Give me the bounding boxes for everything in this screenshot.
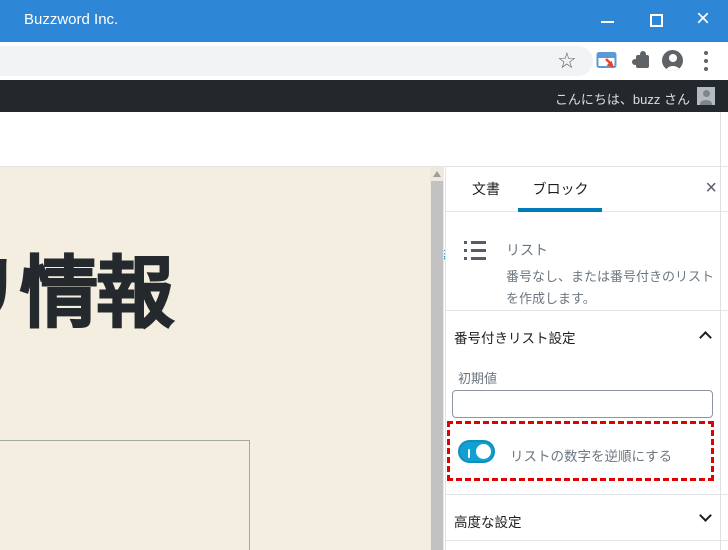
browser-menu-icon[interactable] — [704, 49, 708, 73]
editor-canvas[interactable]: リ情報 — [0, 167, 430, 550]
list-block-icon — [464, 241, 486, 265]
wp-admin-bar: こんにちは、buzz さん — [0, 80, 728, 112]
browser-toolbar: ☆ — [0, 42, 728, 80]
window-titlebar: Buzzword Inc. × — [0, 0, 728, 42]
panel-title: 高度な設定 — [454, 511, 522, 531]
chevron-down-icon — [699, 509, 712, 522]
tab-block[interactable]: ブロック — [518, 167, 602, 212]
bookmark-star-icon[interactable]: ☆ — [557, 47, 577, 75]
panel-title: 番号付きリスト設定 — [454, 327, 576, 347]
block-title: リスト — [506, 240, 548, 260]
ordered-list-settings-panel-header[interactable]: 番号付きリスト設定 — [446, 311, 728, 359]
capture-extension-icon[interactable] — [596, 51, 618, 76]
editor-scrollbar[interactable] — [430, 167, 444, 550]
reverse-list-toggle-label[interactable]: リストの数字を逆順にする — [510, 445, 672, 465]
window-title: Buzzword Inc. — [24, 11, 118, 28]
browser-window: Buzzword Inc. × ☆ こんにちは、buzz さん 下書き保存 プレ… — [0, 0, 728, 550]
close-window-button[interactable]: × — [696, 7, 710, 31]
editor-header: 下書き保存 プレビュー 公開 ⚙ — [0, 112, 728, 167]
reverse-list-toggle[interactable] — [458, 440, 495, 463]
initial-value-input[interactable] — [452, 390, 713, 418]
scrollbar-up-arrow-icon[interactable] — [433, 171, 441, 177]
admin-greeting[interactable]: こんにちは、buzz さん — [555, 89, 690, 108]
scrollbar-thumb[interactable] — [431, 181, 443, 550]
toggle-knob — [476, 444, 491, 459]
chevron-up-icon — [699, 331, 712, 344]
tab-document[interactable]: 文書 — [458, 167, 514, 212]
toggle-on-mark — [468, 449, 470, 458]
initial-value-label: 初期値 — [458, 368, 497, 387]
address-bar[interactable] — [0, 46, 593, 76]
post-heading-text: 情報 — [20, 249, 172, 337]
maximize-button[interactable] — [650, 14, 663, 27]
list-block-outline[interactable] — [0, 440, 250, 550]
settings-sidebar: 文書 ブロック × リスト 番号なし、または番号付きのリストを作成します。 番号… — [445, 167, 728, 550]
extensions-puzzle-icon[interactable] — [636, 55, 649, 68]
post-heading[interactable]: リ情報 — [0, 231, 172, 343]
close-sidebar-icon[interactable]: × — [705, 178, 717, 198]
minimize-button[interactable] — [601, 21, 614, 23]
sidebar-tabs: 文書 ブロック × — [446, 167, 728, 212]
user-avatar[interactable] — [697, 87, 715, 105]
advanced-settings-panel-header[interactable]: 高度な設定 — [446, 494, 728, 541]
block-description: 番号なし、または番号付きのリストを作成します。 — [506, 266, 720, 310]
browser-profile-icon[interactable] — [662, 50, 683, 71]
post-heading-clipped-char: リ — [0, 249, 20, 337]
page-right-divider — [720, 112, 721, 550]
block-info-card: リスト 番号なし、または番号付きのリストを作成します。 — [446, 212, 728, 311]
